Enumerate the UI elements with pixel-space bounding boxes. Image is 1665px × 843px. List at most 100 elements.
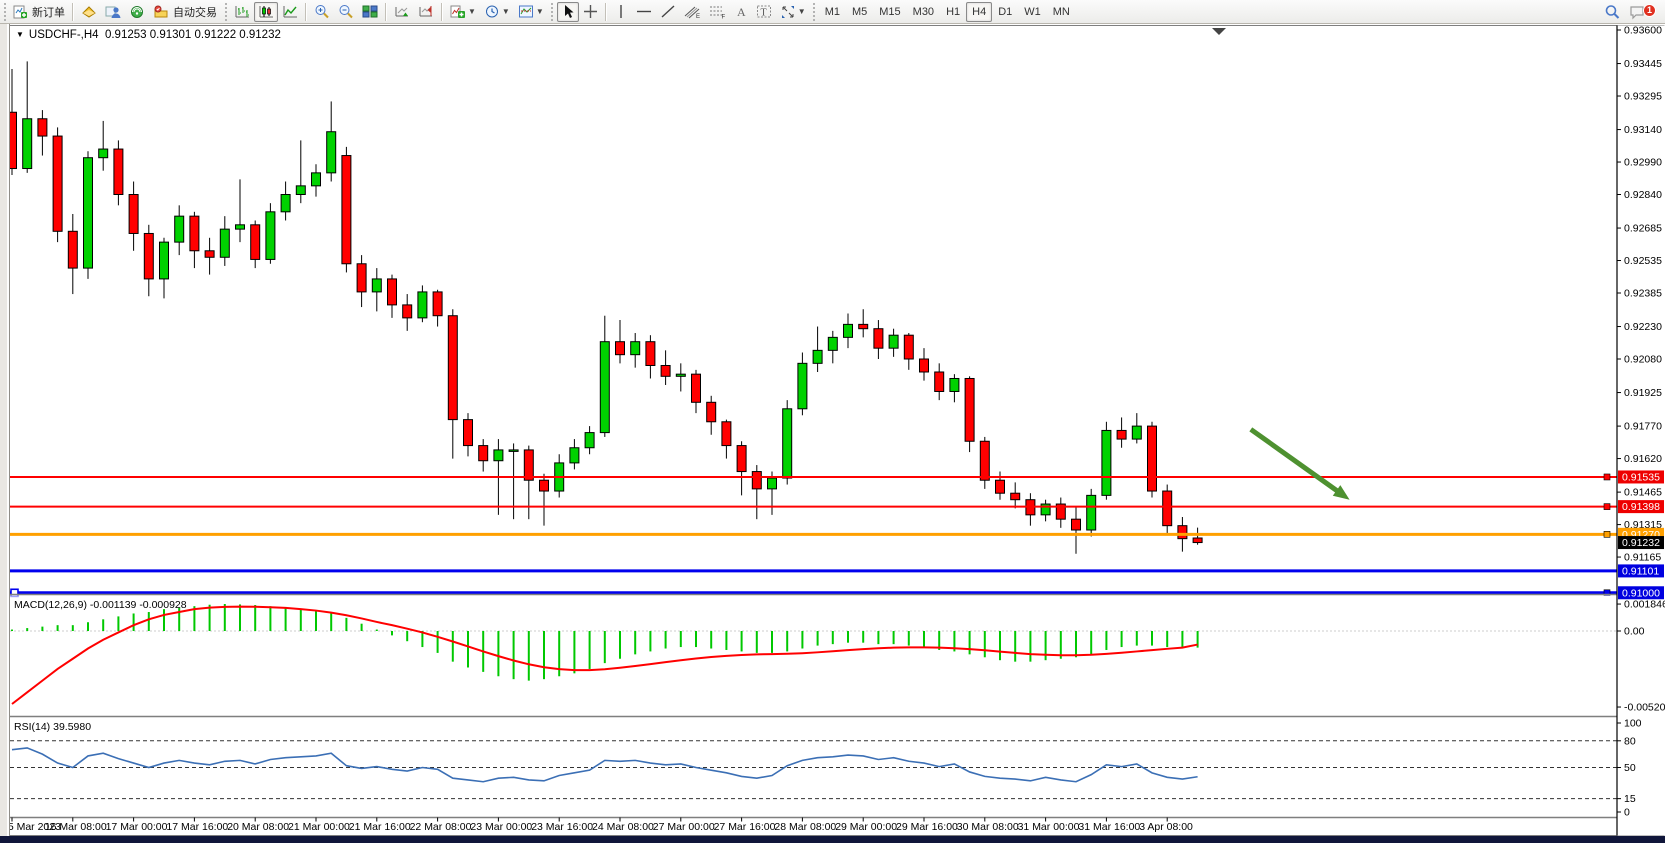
- tile-windows-icon: [362, 4, 378, 19]
- crosshair-button[interactable]: [579, 2, 602, 22]
- svg-text:3 Apr 08:00: 3 Apr 08:00: [1139, 821, 1193, 833]
- arrows-button[interactable]: ▼: [776, 2, 810, 22]
- toolbar-separator: [441, 3, 443, 21]
- candlestick-chart-button[interactable]: [254, 2, 278, 22]
- line-chart-button[interactable]: [278, 2, 302, 22]
- svg-text:0.93140: 0.93140: [1624, 124, 1662, 136]
- svg-text:0.91398: 0.91398: [1622, 501, 1660, 513]
- svg-text:0.91000: 0.91000: [1622, 587, 1660, 599]
- svg-text:0.92840: 0.92840: [1624, 189, 1662, 201]
- autotrading-icon: [153, 4, 169, 19]
- svg-text:E: E: [696, 14, 700, 19]
- horizontal-line-button[interactable]: [632, 2, 656, 22]
- market-watch-icon: [81, 4, 97, 19]
- timeframe-m30-button[interactable]: M30: [907, 2, 940, 22]
- timeframe-m5-button[interactable]: M5: [846, 2, 873, 22]
- line-chart-icon: [282, 4, 298, 19]
- cursor-icon: [561, 4, 575, 19]
- svg-text:0.92685: 0.92685: [1624, 223, 1662, 235]
- navigator-button[interactable]: [101, 2, 125, 22]
- search-button[interactable]: [1600, 2, 1625, 22]
- horizontal-line-icon: [636, 4, 652, 19]
- svg-text:F: F: [721, 15, 725, 20]
- notifications-button[interactable]: 1: [1625, 2, 1651, 22]
- zoom-out-icon: [338, 4, 354, 19]
- new-order-button[interactable]: 新订单: [9, 2, 69, 22]
- svg-text:21 Mar 00:00: 21 Mar 00:00: [288, 821, 350, 833]
- text-label-button[interactable]: T: [752, 2, 776, 22]
- timeframe-d1-button[interactable]: D1: [992, 2, 1018, 22]
- notification-badge: 1: [1643, 4, 1656, 17]
- autotrading-button[interactable]: 自动交易: [149, 2, 221, 22]
- equidistant-channel-button[interactable]: E: [680, 2, 705, 22]
- add-indicator-button[interactable]: ▼: [446, 2, 480, 22]
- text-button[interactable]: A: [730, 2, 752, 22]
- chart-shift-button[interactable]: [414, 2, 438, 22]
- ohlc-high: 0.91301: [150, 29, 192, 41]
- toolbar-grip[interactable]: [812, 3, 817, 21]
- svg-text:31 Mar 16:00: 31 Mar 16:00: [1078, 821, 1140, 833]
- timeframe-mn-button[interactable]: MN: [1047, 2, 1076, 22]
- svg-text:50: 50: [1624, 762, 1636, 774]
- svg-text:15: 15: [1624, 793, 1636, 805]
- mt4-terminal-window: 新订单 自动交易: [0, 0, 1665, 843]
- svg-text:0.91165: 0.91165: [1624, 552, 1661, 564]
- toolbar-grip[interactable]: [550, 3, 555, 21]
- vertical-line-button[interactable]: [610, 2, 632, 22]
- toolbar-grip[interactable]: [223, 3, 228, 21]
- timeframe-m15-button[interactable]: M15: [873, 2, 906, 22]
- zoom-in-button[interactable]: [310, 2, 334, 22]
- svg-text:0.91925: 0.91925: [1624, 387, 1662, 399]
- chart-symbol-period: USDCHF-,H4: [29, 29, 99, 41]
- bottom-window-edge: [0, 836, 1665, 843]
- svg-text:27 Mar 00:00: 27 Mar 00:00: [653, 821, 715, 833]
- svg-text:27 Mar 16:00: 27 Mar 16:00: [714, 821, 776, 833]
- zoom-out-button[interactable]: [334, 2, 358, 22]
- tile-windows-button[interactable]: [358, 2, 382, 22]
- toolbar-separator: [605, 3, 607, 21]
- trendline-button[interactable]: [656, 2, 680, 22]
- svg-text:0.93445: 0.93445: [1624, 58, 1662, 70]
- timeframe-m1-button[interactable]: M1: [819, 2, 846, 22]
- price-chart-canvas[interactable]: 0.936000.934450.932950.931400.929900.928…: [0, 0, 1665, 843]
- dropdown-caret: ▼: [502, 7, 510, 16]
- data-window-button[interactable]: [125, 2, 149, 22]
- dropdown-caret: ▼: [798, 7, 806, 16]
- templates-button[interactable]: ▼: [514, 2, 548, 22]
- svg-text:28 Mar 08:00: 28 Mar 08:00: [774, 821, 836, 833]
- macd-signal-value: -0.000928: [139, 599, 186, 611]
- periods-button[interactable]: ▼: [480, 2, 514, 22]
- equidistant-channel-icon: E: [684, 4, 701, 19]
- svg-text:20 Mar 08:00: 20 Mar 08:00: [227, 821, 289, 833]
- svg-text:16 Mar 08:00: 16 Mar 08:00: [45, 821, 107, 833]
- svg-text:80: 80: [1624, 735, 1636, 747]
- market-watch-button[interactable]: [77, 2, 101, 22]
- svg-text:29 Mar 16:00: 29 Mar 16:00: [896, 821, 958, 833]
- chevron-down-icon[interactable]: ▼: [16, 30, 24, 39]
- ohlc-open: 0.91253: [105, 29, 147, 41]
- auto-scroll-icon: [394, 4, 410, 19]
- toolbar-grip[interactable]: [2, 3, 7, 21]
- fibonacci-button[interactable]: F: [705, 2, 730, 22]
- svg-text:23 Mar 00:00: 23 Mar 00:00: [470, 821, 532, 833]
- svg-text:22 Mar 08:00: 22 Mar 08:00: [410, 821, 472, 833]
- left-panel-edge[interactable]: [0, 23, 10, 843]
- svg-text:T: T: [760, 8, 766, 19]
- bar-chart-button[interactable]: [230, 2, 254, 22]
- auto-scroll-button[interactable]: [390, 2, 414, 22]
- timeframe-h1-button[interactable]: H1: [940, 2, 966, 22]
- search-icon: [1604, 4, 1621, 20]
- svg-text:A: A: [737, 5, 746, 19]
- svg-text:0.93600: 0.93600: [1624, 25, 1662, 37]
- candlestick-chart-icon: [258, 4, 274, 19]
- ohlc-close: 0.91232: [239, 29, 281, 41]
- vertical-line-icon: [615, 4, 627, 19]
- svg-text:0.92535: 0.92535: [1624, 255, 1662, 267]
- arrows-icon: [780, 4, 796, 19]
- timeframe-h4-button[interactable]: H4: [966, 2, 992, 22]
- svg-text:0.91101: 0.91101: [1622, 565, 1659, 577]
- crosshair-icon: [583, 4, 598, 19]
- autotrading-label: 自动交易: [173, 4, 217, 20]
- cursor-button[interactable]: [557, 2, 579, 22]
- timeframe-w1-button[interactable]: W1: [1018, 2, 1047, 22]
